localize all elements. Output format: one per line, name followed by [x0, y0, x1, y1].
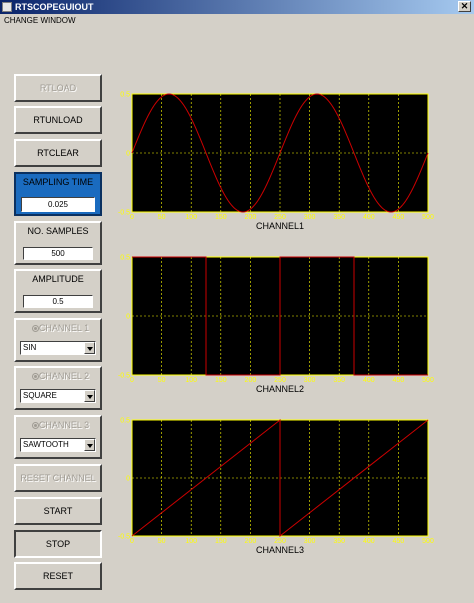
chart3-x-tick-label: 500 — [422, 538, 434, 545]
chart2-x-axis-label: CHANNEL2 — [256, 384, 304, 394]
chart1-y-tick-label: 0 — [126, 151, 130, 158]
chart2-x-tick-label: 400 — [363, 377, 375, 384]
chart2-x-tick-label: 150 — [215, 377, 227, 384]
chart3-x-tick-label: 50 — [158, 538, 166, 545]
chart1-x-tick-label: 450 — [393, 214, 405, 221]
chart2-x-tick-label: 50 — [158, 377, 166, 384]
chart1-x-tick-label: 400 — [363, 214, 375, 221]
chart3-y-tick-label: 0.5 — [120, 418, 130, 425]
chart1-x-tick-label: 200 — [245, 214, 257, 221]
chart1-x-tick-label: 0 — [130, 214, 134, 221]
chart3-x-tick-label: 0 — [130, 538, 134, 545]
chart2-x-tick-label: 500 — [422, 377, 434, 384]
chart3-x-tick-label: 200 — [245, 538, 257, 545]
chart2-x-tick-label: 350 — [333, 377, 345, 384]
chart3-x-tick-label: 300 — [304, 538, 316, 545]
chart3-x-tick-label: 400 — [363, 538, 375, 545]
chart3-x-tick-label: 250 — [274, 538, 286, 545]
chart1-x-tick-label: 250 — [274, 214, 286, 221]
chart3-x-tick-label: 150 — [215, 538, 227, 545]
chart1-x-tick-label: 500 — [422, 214, 434, 221]
chart-2: 0 50 100 150 200 250 300 350 400 450 500-0.500.5CH… — [118, 255, 434, 395]
chart1-x-tick-label: 150 — [215, 214, 227, 221]
chart3-y-tick-label: -0.5 — [118, 534, 130, 541]
chart1-x-tick-label: 100 — [185, 214, 197, 221]
chart2-x-tick-label: 250 — [274, 377, 286, 384]
chart1-y-tick-label: 0.5 — [120, 92, 130, 99]
chart2-x-tick-label: 0 — [130, 377, 134, 384]
chart1-y-tick-label: -0.5 — [118, 210, 130, 217]
chart1-x-axis-label: CHANNEL1 — [256, 221, 304, 231]
chart1-x-tick-label: 350 — [333, 214, 345, 221]
chart2-x-tick-label: 450 — [393, 377, 405, 384]
chart1-x-tick-label: 300 — [304, 214, 316, 221]
chart3-x-tick-label: 350 — [333, 538, 345, 545]
chart2-y-tick-label: -0.5 — [118, 373, 130, 380]
chart1-x-tick-label: 50 — [158, 214, 166, 221]
plots-area: 0 50 100 150 200 250 300 350 400 450 500-0.500.5CH… — [118, 92, 434, 556]
chart2-x-tick-label: 100 — [185, 377, 197, 384]
chart3-x-tick-label: 100 — [185, 538, 197, 545]
chart2-x-tick-label: 300 — [304, 377, 316, 384]
chart3-x-axis-label: CHANNEL3 — [256, 545, 304, 555]
chart3-x-tick-label: 450 — [393, 538, 405, 545]
chart2-y-tick-label: 0.5 — [120, 255, 130, 262]
chart-3: 0 50 100 150 200 250 300 350 400 450 500-0.500.5CH… — [118, 418, 434, 556]
chart2-y-tick-label: 0 — [126, 314, 130, 321]
chart2-x-tick-label: 200 — [245, 377, 257, 384]
chart-1: 0 50 100 150 200 250 300 350 400 450 500-0.500.5CH… — [118, 92, 434, 232]
chart3-y-tick-label: 0 — [126, 476, 130, 483]
